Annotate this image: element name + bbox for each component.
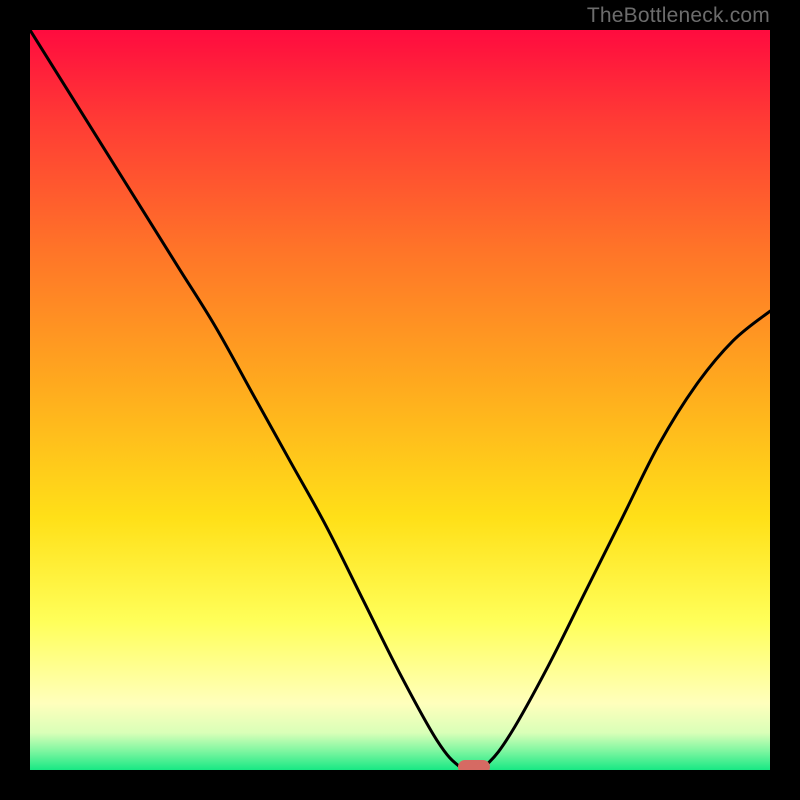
bottleneck-curve bbox=[30, 30, 770, 770]
minimum-marker bbox=[458, 760, 490, 770]
watermark-text: TheBottleneck.com bbox=[587, 4, 770, 28]
plot-area bbox=[30, 30, 770, 770]
chart-frame: TheBottleneck.com bbox=[0, 0, 800, 800]
